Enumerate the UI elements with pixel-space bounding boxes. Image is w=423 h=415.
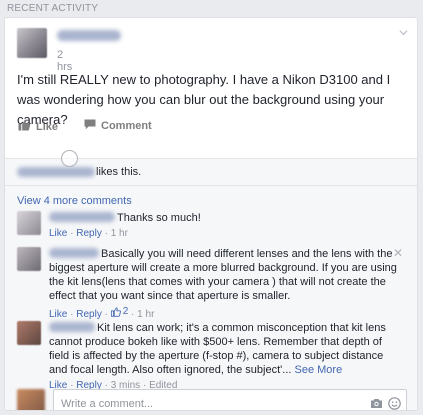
comment-like-link[interactable]: Like xyxy=(49,228,67,239)
comment-text: Thanks so much! xyxy=(117,212,201,224)
commenter-name-blurred[interactable] xyxy=(49,322,95,332)
view-more-comments-link[interactable]: View 4 more comments xyxy=(17,195,132,207)
divider xyxy=(5,185,417,186)
emoji-icon[interactable] xyxy=(388,397,401,410)
close-icon[interactable]: ✕ xyxy=(393,246,403,260)
post-card: 2 hrs I'm still REALLY new to photograph… xyxy=(4,17,418,411)
comment-body: Thanks so much! Like · Reply · 1 hr xyxy=(49,211,399,241)
likes-summary[interactable]: likes this. xyxy=(17,166,141,178)
comment-like-count[interactable]: 2 xyxy=(110,305,128,319)
comment-meta: Like · Reply · 1 hr xyxy=(49,228,128,239)
section-label: RECENT ACTIVITY xyxy=(7,3,99,14)
see-more-link[interactable]: See More xyxy=(295,364,343,376)
post-actions: Like Comment xyxy=(5,115,417,139)
commenter-name-blurred[interactable] xyxy=(49,212,115,222)
comment-time[interactable]: 1 hr xyxy=(137,309,154,320)
likes-suffix: likes this. xyxy=(96,166,142,178)
thumbs-up-icon xyxy=(18,119,36,134)
author-name-blurred[interactable] xyxy=(57,30,121,41)
cursor-indicator xyxy=(61,150,78,167)
author-avatar[interactable] xyxy=(17,28,47,58)
camera-icon[interactable] xyxy=(370,398,383,410)
comment-body: Kit lens can work; it's a common misconc… xyxy=(49,321,399,393)
comment-meta: Like · Reply · 2 · 1 hr xyxy=(49,305,155,320)
like-button[interactable]: Like xyxy=(18,119,58,134)
comment-body: Basically you will need different lenses… xyxy=(49,247,399,322)
comment-item: Basically you will need different lenses… xyxy=(17,246,409,320)
comment-reply-link[interactable]: Reply xyxy=(76,228,102,239)
comment-label: Comment xyxy=(101,120,152,132)
comment-like-link[interactable]: Like xyxy=(49,309,67,320)
commenter-name-blurred[interactable] xyxy=(49,248,99,258)
likers-blurred[interactable] xyxy=(17,167,95,177)
chevron-down-icon[interactable] xyxy=(399,28,408,37)
comment-bubble-icon xyxy=(84,119,101,133)
comment-composer: Write a comment... xyxy=(17,389,409,410)
comment-time[interactable]: 1 hr xyxy=(111,228,128,239)
comment-input-placeholder: Write a comment... xyxy=(61,398,154,410)
commenter-avatar[interactable] xyxy=(17,247,41,271)
commenter-avatar[interactable] xyxy=(17,321,41,345)
comment-item: Thanks so much! Like · Reply · 1 hr xyxy=(17,211,409,241)
current-user-avatar xyxy=(17,389,45,410)
comment-button[interactable]: Comment xyxy=(84,119,152,133)
comments-section: likes this. View 4 more comments Thanks … xyxy=(5,158,417,410)
comment-item: Kit lens can work; it's a common misconc… xyxy=(17,321,409,391)
comment-reply-link[interactable]: Reply xyxy=(76,309,102,320)
like-label: Like xyxy=(36,120,59,133)
comment-text: Basically you will need different lenses… xyxy=(49,248,397,302)
comment-input[interactable]: Write a comment... xyxy=(53,389,407,410)
commenter-avatar[interactable] xyxy=(17,211,41,235)
thumbs-up-icon xyxy=(110,307,121,317)
